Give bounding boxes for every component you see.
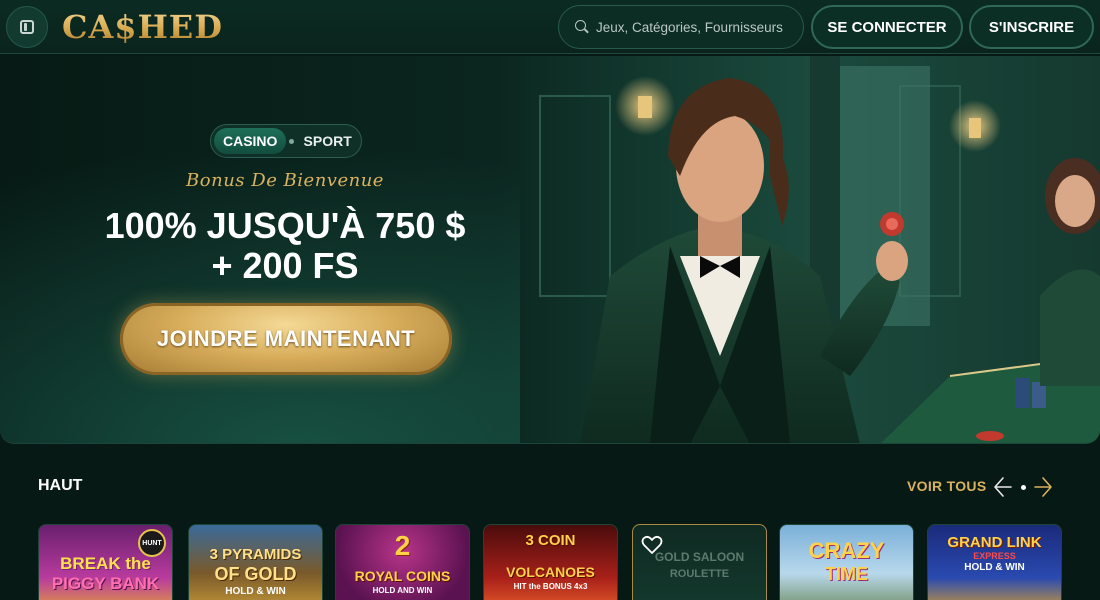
game-title-line1: 3 COIN <box>525 532 576 549</box>
game-title-line2: ROULETTE <box>669 568 730 580</box>
game-title-line1: GOLD SALOON <box>654 550 745 564</box>
game-title-line1: CRAZY <box>808 538 885 563</box>
game-title-line2: PIGGY BANK <box>51 574 160 593</box>
game-title-line1: BREAK the <box>60 554 151 573</box>
game-card[interactable]: 3 COIN VOLCANOES HIT the BONUS 4x3 <box>483 524 618 600</box>
site-logo[interactable]: CA$HED <box>62 6 223 48</box>
game-title-line3: HOLD AND WIN <box>372 586 433 595</box>
sidebar-toggle-icon <box>20 20 34 34</box>
game-title-line2: OF GOLD <box>214 564 297 584</box>
bonus-headline-line1: 100% JUSQU'À 750 $ <box>104 205 466 246</box>
tab-casino[interactable]: CASINO <box>214 128 287 154</box>
game-card[interactable]: GRAND LINK EXPRESS HOLD & WIN <box>927 524 1062 600</box>
game-card[interactable]: BREAK the PIGGY BANK HUNT <box>38 524 173 600</box>
casino-sport-switch: CASINO SPORT <box>210 124 362 158</box>
game-title-line3: HOLD & WIN <box>964 562 1025 573</box>
game-title-line2: VOLCANOES <box>506 564 595 580</box>
hero-illustration <box>520 56 1100 443</box>
game-title-line3: HIT the BONUS 4x3 <box>513 582 588 591</box>
tab-sport[interactable]: SPORT <box>297 128 358 154</box>
bonus-headline-line2: + 200 FS <box>211 245 359 286</box>
chevron-right-icon[interactable] <box>1032 476 1054 498</box>
join-now-button[interactable]: JOINDRE MAINTENANT <box>120 303 452 375</box>
game-title-line1: GRAND LINK <box>947 534 1042 551</box>
game-title-line1: 3 PYRAMIDS <box>209 546 302 563</box>
game-title-line3: HOLD & WIN <box>225 586 286 597</box>
login-button[interactable]: SE CONNECTER <box>811 5 963 49</box>
bonus-headline: 100% JUSQU'À 750 $ + 200 FS <box>60 206 510 286</box>
bonus-subtitle: Bonus De Bienvenue <box>186 170 384 191</box>
game-title-line2: ROYAL COINS <box>354 568 451 584</box>
game-badge: HUNT <box>138 529 166 557</box>
switch-separator-dot <box>289 138 295 144</box>
chevron-left-icon[interactable] <box>992 476 1014 498</box>
game-title-line2: EXPRESS <box>973 551 1016 561</box>
game-card[interactable]: 2 ROYAL COINS HOLD AND WIN <box>335 524 470 600</box>
top-header: CA$HED SE CONNECTER S'INSCRIRE <box>0 0 1100 54</box>
search-icon <box>575 20 589 34</box>
view-all-link[interactable]: VOIR TOUS <box>907 478 986 494</box>
hero-banner: CASINO SPORT Bonus De Bienvenue 100% JUS… <box>0 56 1100 444</box>
game-title-line2: TIME <box>825 564 868 584</box>
signup-button[interactable]: S'INSCRIRE <box>969 5 1094 49</box>
section-title: HAUT <box>38 477 83 494</box>
games-carousel: BREAK the PIGGY BANK HUNT 3 PYRAMIDS OF … <box>38 524 1068 600</box>
game-card[interactable]: GOLD SALOON ROULETTE <box>632 524 767 600</box>
carousel-dot <box>1021 485 1026 490</box>
game-title-line1: 2 <box>394 530 411 561</box>
search-bar[interactable] <box>558 5 804 49</box>
search-input[interactable] <box>596 19 796 35</box>
game-card[interactable]: 3 PYRAMIDS OF GOLD HOLD & WIN <box>188 524 323 600</box>
game-card[interactable]: CRAZY TIME <box>779 524 914 600</box>
sidebar-toggle-button[interactable] <box>6 6 48 48</box>
